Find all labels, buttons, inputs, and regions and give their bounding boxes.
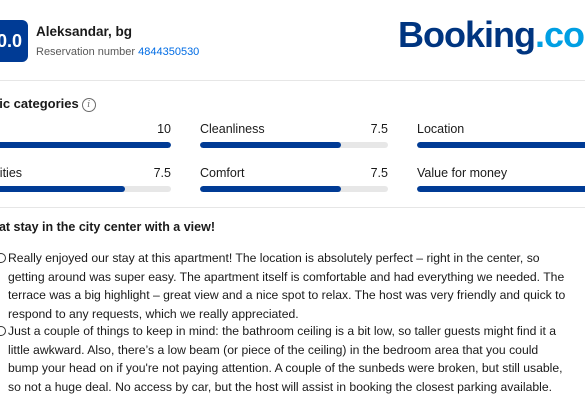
categories-title-text: sic categories [0,96,79,111]
review-line: terrace was a big highlight – great view… [8,288,566,302]
category-label: cilities [0,166,23,180]
reservation-info: Reservation number 4844350530 [36,46,199,58]
category-bar-fill [417,142,585,148]
reservation-number-link[interactable]: 4844350530 [138,46,199,58]
category-bar [200,186,388,192]
category-score: 10 [157,122,171,136]
logo-name: Booking [398,14,536,55]
category-location: Location [417,122,585,152]
score-badge: 0.0 [0,20,28,62]
category-bar-fill [200,186,341,192]
review-line: Just a couple of things to keep in mind:… [8,324,557,338]
category-label: Location [417,122,465,136]
review-line: little awkward. Also, there’s a low beam… [8,342,539,357]
review-line: so not a huge deal. No access by car, bu… [8,379,553,394]
category-bar-fill [0,186,126,192]
review-negative: Just a couple of things to keep in mind:… [0,322,585,396]
reservation-label: Reservation number [36,46,136,58]
review-header: 0.0 Aleksandar, bg Reservation number 48… [0,0,585,81]
review-line: bump your head on if you're not paying a… [8,361,563,375]
category-bar [0,186,171,192]
category-bar [200,142,388,148]
category-score: 7.5 [153,166,171,180]
category-label: Cleanliness [200,122,265,136]
negative-icon [0,326,6,336]
category-label: Comfort [200,166,245,180]
category-score: 7.5 [370,122,388,136]
review-title: eat stay in the city center with a view! [0,220,215,234]
category-bar-fill [0,142,171,148]
reviewer-name: Aleksandar, bg [36,24,133,39]
section-divider [0,207,585,208]
category-bar [417,142,585,148]
review-line: Really enjoyed our stay at this apartmen… [8,251,540,265]
category-bar [0,142,171,148]
category-bar-fill [200,142,341,148]
info-icon[interactable]: i [81,98,96,112]
category-cleanliness: Cleanliness 7.5 [200,122,388,152]
category-facilities: cilities 7.5 [0,166,171,196]
category-bar-fill [417,186,585,192]
review-positive: Really enjoyed our stay at this apartmen… [0,249,585,323]
category-value-for-money: Value for money [417,166,585,196]
review-card: 0.0 Aleksandar, bg Reservation number 48… [0,0,585,404]
category-comfort: Comfort 7.5 [200,166,388,196]
categories-title: sic categories i [0,96,96,112]
category-bar [417,186,585,192]
logo-suffix: .com [534,14,585,55]
booking-logo: Booking.com [398,14,585,56]
review-line: respond to any requests, which we really… [8,306,299,321]
review-line: getting around was super easy. The apart… [8,269,565,284]
category-label: Value for money [417,166,508,180]
category-staff: ff 10 [0,122,171,152]
category-score: 7.5 [370,166,388,180]
positive-icon [0,253,6,263]
